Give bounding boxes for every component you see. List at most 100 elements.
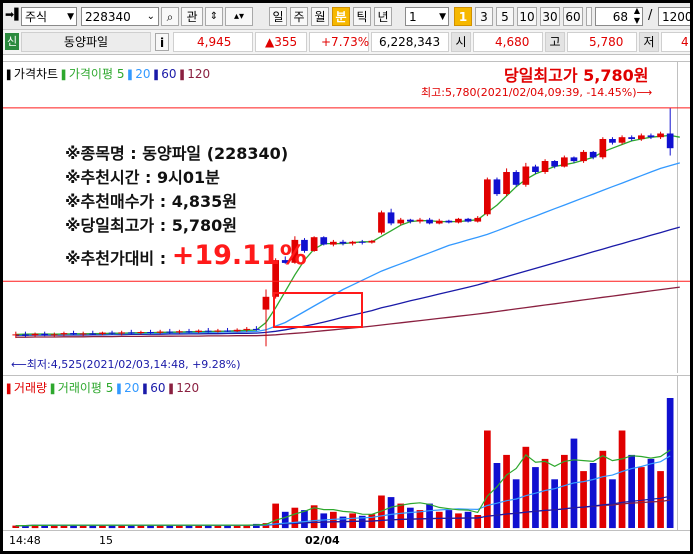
candle-body (243, 328, 251, 330)
period-minute-button[interactable]: 분 (332, 7, 350, 26)
info-button[interactable]: i (155, 33, 169, 51)
watchlist-button[interactable]: 관 (181, 7, 203, 26)
total-count-value: 1200 (662, 10, 690, 24)
volume-bar (407, 507, 414, 528)
candle-body (445, 220, 453, 223)
period-month-button[interactable]: 월 (311, 7, 329, 26)
candle-body (532, 166, 539, 172)
volume-bar (99, 525, 106, 528)
candle-body (195, 330, 202, 332)
legend-vma120[interactable]: 120 (176, 381, 199, 395)
info-time: ※추천시간 : 9시01분 (65, 168, 220, 187)
interval-10-button[interactable]: 10 (517, 7, 537, 26)
candle-body (253, 328, 260, 330)
candle-body (512, 172, 520, 185)
legend-ma20[interactable]: 20 (135, 67, 150, 81)
candle-body (41, 333, 48, 336)
candle-body (127, 332, 135, 334)
legend-marker-icon: ▌ (61, 71, 69, 81)
period-tick-button[interactable]: 틱 (353, 7, 371, 26)
price-legend: ▌가격차트 ▌가격이평 5 ▌20 ▌60 ▌120 (7, 66, 210, 84)
candle-body (666, 133, 674, 149)
volume-bar (118, 525, 125, 528)
legend-vma20[interactable]: 20 (124, 381, 139, 395)
volume-bar (426, 503, 433, 528)
volume-bar (532, 467, 539, 528)
candle-body (320, 237, 328, 245)
candle-body (570, 157, 578, 162)
candle-body (31, 333, 39, 336)
legend-vma5[interactable]: 거래이평 5 (58, 381, 114, 395)
time-axis: 14:48 15 02/04 (3, 530, 690, 551)
chevron-down-icon: ⌄ (146, 11, 155, 22)
period-week-button[interactable]: 주 (290, 7, 308, 26)
candle-body (176, 331, 183, 333)
volume-bar (512, 479, 520, 529)
interval-select[interactable]: 1 ▼ (405, 7, 449, 26)
low-annotation: ⟵최저:4,525(2021/02/03,14:48, +9.28%) (11, 358, 241, 371)
interval-3-button[interactable]: 3 (475, 7, 493, 26)
candle-body (358, 241, 366, 243)
candle-body (156, 331, 164, 333)
legend-volume[interactable]: 거래량 (14, 381, 47, 395)
interval-30-button[interactable]: 30 (540, 7, 560, 26)
candle-body (589, 151, 597, 158)
candle-body (22, 334, 29, 336)
period-day-button[interactable]: 일 (269, 7, 287, 26)
time-tick: 14:48 (9, 534, 41, 547)
interval-5-button[interactable]: 5 (496, 7, 514, 26)
candle-body (580, 151, 587, 162)
market-select[interactable]: 주식 ▼ (21, 7, 77, 26)
candle-body (99, 332, 106, 334)
candle-body (166, 331, 174, 333)
legend-ma120[interactable]: 120 (187, 67, 210, 81)
volume-bar (503, 454, 510, 528)
interval-60-button[interactable]: 60 (563, 7, 583, 26)
candle-body (214, 330, 222, 332)
candle-body (628, 137, 635, 139)
sort-icon[interactable]: ⇕ (205, 7, 223, 26)
volume-panel: ▌거래량 ▌거래이평 5 ▌20 ▌60 ▌120 (3, 375, 690, 530)
info-gain: ※추천가대비 : +19.11% (65, 240, 307, 271)
time-tick: 15 (99, 534, 113, 547)
legend-ma5[interactable]: 가격이평 5 (69, 67, 125, 81)
time-tick: 02/04 (305, 534, 340, 547)
candle-body (464, 218, 472, 222)
count-separator: / (648, 8, 653, 23)
candle-body (50, 334, 58, 336)
candle-body (108, 332, 116, 334)
candle-body (599, 139, 607, 158)
legend-vma60[interactable]: 60 (150, 381, 165, 395)
current-price: 4,945 (197, 35, 232, 49)
candle-body (551, 161, 558, 167)
legend-price[interactable]: 가격차트 (14, 67, 58, 81)
candle-body (435, 220, 443, 224)
candle-body (339, 241, 347, 244)
stepper-icon[interactable]: ▴▾ (225, 7, 253, 26)
volume-bar (233, 525, 241, 528)
candle-body (224, 330, 231, 332)
stock-code-input[interactable]: 228340 ⌄ (81, 7, 159, 26)
volume-bar (387, 497, 395, 528)
volume-bar (599, 450, 607, 528)
volume-chart[interactable] (3, 376, 690, 530)
candle-body (484, 179, 491, 215)
total-count-input[interactable]: 1200 (658, 7, 690, 26)
count-input[interactable]: 68 ▲ ▼ (595, 7, 643, 26)
volume-bar (281, 511, 289, 529)
volume-bar (397, 503, 405, 528)
candle-body (657, 133, 664, 138)
period-year-button[interactable]: 년 (374, 7, 392, 26)
search-icon[interactable]: ⌕ (161, 7, 179, 26)
interval-1-button[interactable]: 1 (454, 7, 472, 26)
volume-bar (195, 525, 202, 528)
info-stock-name: ※종목명 : 동양파일 (228340) (65, 144, 289, 163)
legend-ma60[interactable]: 60 (161, 67, 176, 81)
chart-toolbar: ➡▌ 주식 ▼ 228340 ⌄ ⌕ 관 ⇕ ▴▾ 일 주 월 분 틱 년 1 … (3, 3, 690, 30)
candle-body (89, 333, 97, 335)
candle-body (638, 135, 645, 140)
volume-bars (12, 398, 674, 529)
volume-bar (666, 398, 674, 528)
candle-body (541, 161, 549, 172)
volume-bar (484, 430, 491, 528)
